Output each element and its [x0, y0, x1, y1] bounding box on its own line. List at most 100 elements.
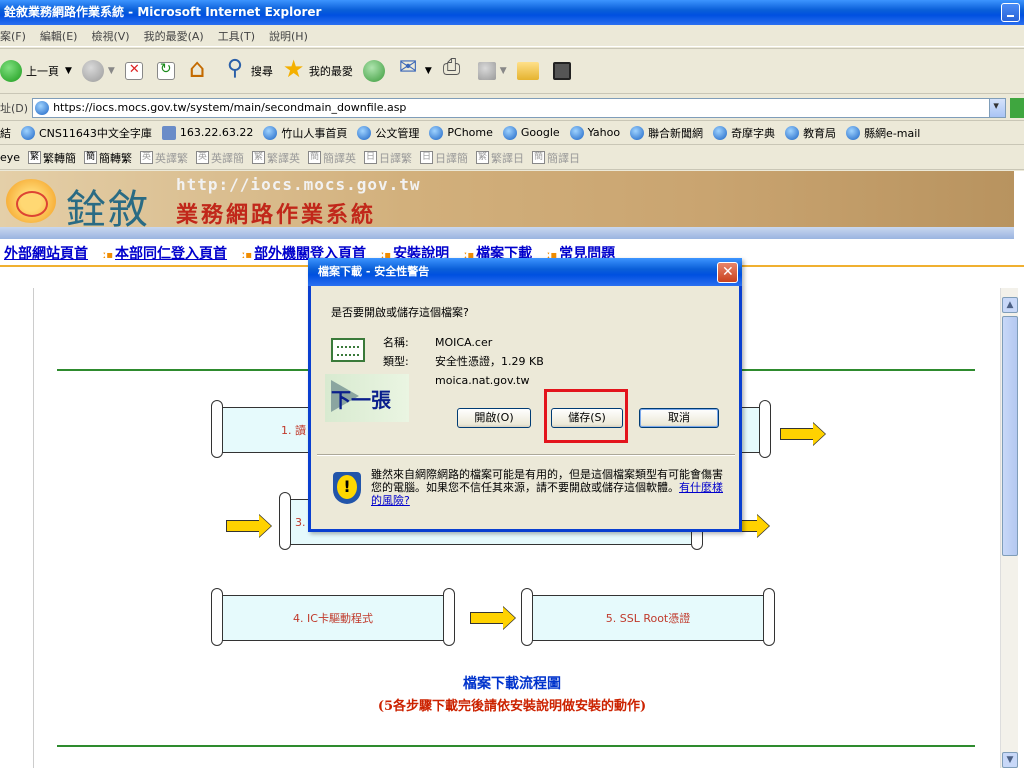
- chevron-down-icon[interactable]: ▼: [425, 66, 432, 76]
- translate-text: 簡譯日: [547, 151, 581, 165]
- chevron-down-icon[interactable]: ▼: [65, 66, 72, 76]
- translate-item[interactable]: 簡簡譯日: [532, 150, 580, 166]
- link-item[interactable]: 奇摩字典: [713, 125, 775, 141]
- back-label: 上一頁: [26, 65, 59, 78]
- forward-arrow-icon: [81, 60, 104, 82]
- certificate-icon: [331, 338, 365, 362]
- stop-button[interactable]: [124, 62, 147, 80]
- minimize-button[interactable]: [1001, 3, 1020, 22]
- flowchart-subtitle: (5各步驟下載完後請依安裝說明做安裝的動作): [377, 699, 647, 714]
- link-item[interactable]: Yahoo: [569, 125, 620, 140]
- flow-arrow-icon: [470, 606, 516, 630]
- link-label: 聯合新聞網: [648, 126, 704, 140]
- flow-step-4[interactable]: 4. IC卡驅動程式: [211, 588, 455, 646]
- mail-button[interactable]: ▼: [399, 55, 432, 82]
- link-label: 縣網e-mail: [864, 126, 921, 140]
- link-label: 奇摩字典: [731, 126, 776, 140]
- translate-icon: 簡: [308, 151, 322, 164]
- home-button[interactable]: [189, 54, 215, 84]
- address-dropdown-icon[interactable]: [989, 98, 1006, 117]
- ie-page-icon: [630, 125, 645, 140]
- search-button[interactable]: 搜尋: [225, 56, 273, 82]
- file-name: MOICA.cer: [435, 336, 493, 349]
- dialog-question: 是否要開啟或儲存這個檔案?: [331, 306, 469, 319]
- translate-item[interactable]: 日日譯簡: [420, 150, 468, 166]
- menu-favorites[interactable]: 我的最愛(A): [144, 28, 204, 44]
- back-button[interactable]: 上一頁 ▼: [0, 60, 72, 82]
- scroll-up-icon[interactable]: ▲: [1002, 297, 1018, 313]
- research-button[interactable]: [552, 62, 575, 80]
- translate-text: 英譯繁: [155, 151, 189, 165]
- translate-icon: 英: [196, 151, 210, 164]
- translate-item[interactable]: 繁繁轉簡: [28, 150, 76, 166]
- translate-item[interactable]: 繁繁譯英: [252, 150, 300, 166]
- link-item[interactable]: 聯合新聞網: [630, 125, 703, 141]
- translate-bar: eye 繁繁轉簡 簡簡轉繁 英英譯繁 英英譯簡 繁繁譯英 簡簡譯英 日日譯繁 日…: [0, 146, 1024, 170]
- chevron-down-icon[interactable]: ▼: [500, 66, 507, 76]
- link-item[interactable]: 教育局: [785, 125, 836, 141]
- menu-file[interactable]: 案(F): [0, 28, 26, 44]
- links-label: 結: [0, 126, 11, 140]
- link-item[interactable]: CNS11643中文全字庫: [21, 125, 152, 141]
- link-item[interactable]: 竹山人事首頁: [263, 125, 347, 141]
- forward-button[interactable]: ▼: [81, 60, 115, 82]
- translate-item[interactable]: 簡簡轉繁: [84, 150, 132, 166]
- ie-page-icon: [263, 125, 278, 140]
- link-label: 教育局: [803, 126, 837, 140]
- chevron-down-icon[interactable]: ▼: [108, 66, 115, 76]
- flow-step-label: 4. IC卡驅動程式: [293, 612, 373, 625]
- favorites-label: 我的最愛: [308, 65, 353, 78]
- banner-url: http://iocs.mocs.gov.tw: [176, 175, 421, 194]
- flow-step-5[interactable]: 5. SSL Root憑證: [521, 588, 775, 646]
- edit-button[interactable]: ▼: [477, 62, 507, 80]
- window-title: 銓敘業務網路作業系統 - Microsoft Internet Explorer: [4, 5, 322, 19]
- media-button[interactable]: [362, 60, 389, 82]
- translate-item[interactable]: 繁繁譯日: [476, 150, 524, 166]
- cancel-button[interactable]: 取消: [639, 408, 719, 428]
- link-item[interactable]: 縣網e-mail: [846, 125, 920, 141]
- divider-bottom: [57, 745, 975, 747]
- edit-icon: [477, 62, 496, 80]
- dialog-titlebar: 檔案下載 - 安全性警告: [308, 258, 742, 286]
- translate-text: 日譯繁: [379, 151, 413, 165]
- menu-tools[interactable]: 工具(T): [218, 28, 255, 44]
- translate-item[interactable]: 英英譯繁: [140, 150, 188, 166]
- close-icon[interactable]: [717, 262, 738, 283]
- bullet-icon: ː▪: [241, 250, 253, 261]
- nav-link[interactable]: 本部同仁登入頁首: [115, 246, 227, 262]
- scroll-thumb[interactable]: [1002, 316, 1018, 556]
- menu-view[interactable]: 檢視(V): [91, 28, 129, 44]
- translate-text: 繁譯英: [267, 151, 301, 165]
- address-input[interactable]: https://iocs.mocs.gov.tw/system/main/sec…: [32, 97, 1007, 118]
- flowchart-title: 檔案下載流程圖: [463, 676, 561, 692]
- link-item[interactable]: PChome: [429, 125, 493, 140]
- link-label: 公文管理: [375, 126, 420, 140]
- menu-edit[interactable]: 編輯(E): [40, 28, 78, 44]
- next-slide-overlay[interactable]: 下一張: [325, 374, 409, 422]
- file-download-dialog: 檔案下載 - 安全性警告 是否要開啟或儲存這個檔案? 名稱:MOICA.cer …: [308, 258, 742, 532]
- open-button[interactable]: 開啟(O): [457, 408, 531, 428]
- link-label: Google: [520, 126, 560, 139]
- translate-item[interactable]: 簡簡譯英: [308, 150, 356, 166]
- refresh-button[interactable]: [156, 61, 179, 80]
- translate-item[interactable]: 日日譯繁: [364, 150, 412, 166]
- search-icon: [225, 56, 247, 82]
- scroll-down-icon[interactable]: ▼: [1002, 752, 1018, 768]
- print-button[interactable]: [442, 55, 468, 82]
- home-icon: [189, 54, 211, 84]
- star-icon: [283, 55, 305, 83]
- menu-help[interactable]: 說明(H): [269, 28, 308, 44]
- folder-button[interactable]: [516, 62, 543, 80]
- horizontal-scrollbar[interactable]: [0, 227, 1014, 239]
- nav-link[interactable]: 外部網站頁首: [4, 246, 88, 262]
- favorites-button[interactable]: 我的最愛: [283, 55, 353, 83]
- link-item[interactable]: Google: [502, 125, 560, 140]
- research-icon: [552, 62, 571, 80]
- link-label: 竹山人事首頁: [281, 126, 348, 140]
- go-button[interactable]: [1010, 97, 1024, 118]
- link-item[interactable]: 163.22.63.22: [161, 125, 253, 140]
- translate-item[interactable]: 英英譯簡: [196, 150, 244, 166]
- translate-icon: 英: [140, 151, 154, 164]
- link-item[interactable]: 公文管理: [357, 125, 419, 141]
- translate-text: 日譯簡: [435, 151, 469, 165]
